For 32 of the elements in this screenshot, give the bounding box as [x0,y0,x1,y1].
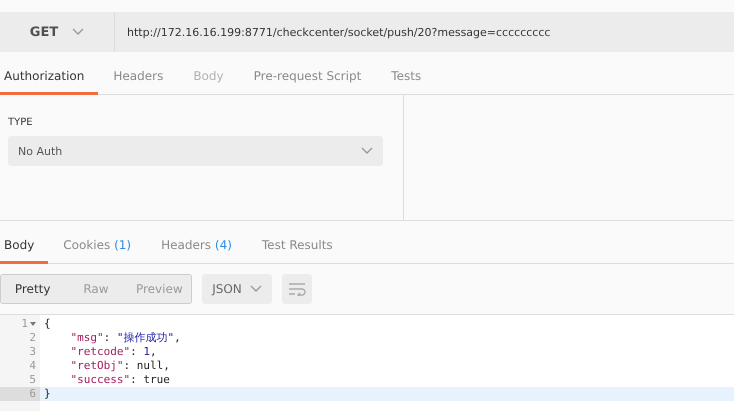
response-tab[interactable]: Body [0,229,48,264]
line-number: 1 [0,317,40,331]
response-tab[interactable]: Test Results [246,229,348,264]
code-line: "retcode": 1, [70,345,158,359]
request-tab[interactable]: Pre-request Script [238,60,376,95]
line-number: 4 [28,359,37,373]
response-tab[interactable]: Headers (4) [146,229,247,264]
chevron-down-icon [361,147,373,155]
line-number: 3 [28,345,37,359]
request-tab[interactable]: Authorization [0,60,98,95]
wrap-lines-icon [288,282,306,296]
fold-caret-icon[interactable] [30,322,36,326]
url-field[interactable]: http://172.16.16.199:8771/checkcenter/socket/push/20?message=ccccccccc [115,12,734,52]
auth-type-label: TYPE [8,117,34,128]
request-tab[interactable]: Tests [376,60,436,95]
chevron-down-icon [250,285,262,293]
line-number: 2 [28,331,37,345]
chevron-down-icon [72,28,84,36]
code-line: { [43,317,52,331]
format-dropdown[interactable]: JSON [202,274,272,304]
view-mode-button[interactable]: Preview [128,275,191,303]
view-mode-button[interactable]: Pretty [1,275,64,303]
line-number: 5 [28,373,37,387]
request-tab[interactable]: Headers [98,60,178,95]
code-line: "success": true [70,373,171,387]
response-tab[interactable]: Cookies (1) [48,229,146,264]
code-line: "msg": "操作成功", [70,331,182,345]
line-number: 6 [0,387,40,401]
code-line: "retObj": null, [70,359,171,373]
auth-type-dropdown[interactable]: No Auth [8,136,383,166]
view-mode-button[interactable]: Raw [64,275,128,303]
method-dropdown[interactable]: GET [0,12,115,52]
